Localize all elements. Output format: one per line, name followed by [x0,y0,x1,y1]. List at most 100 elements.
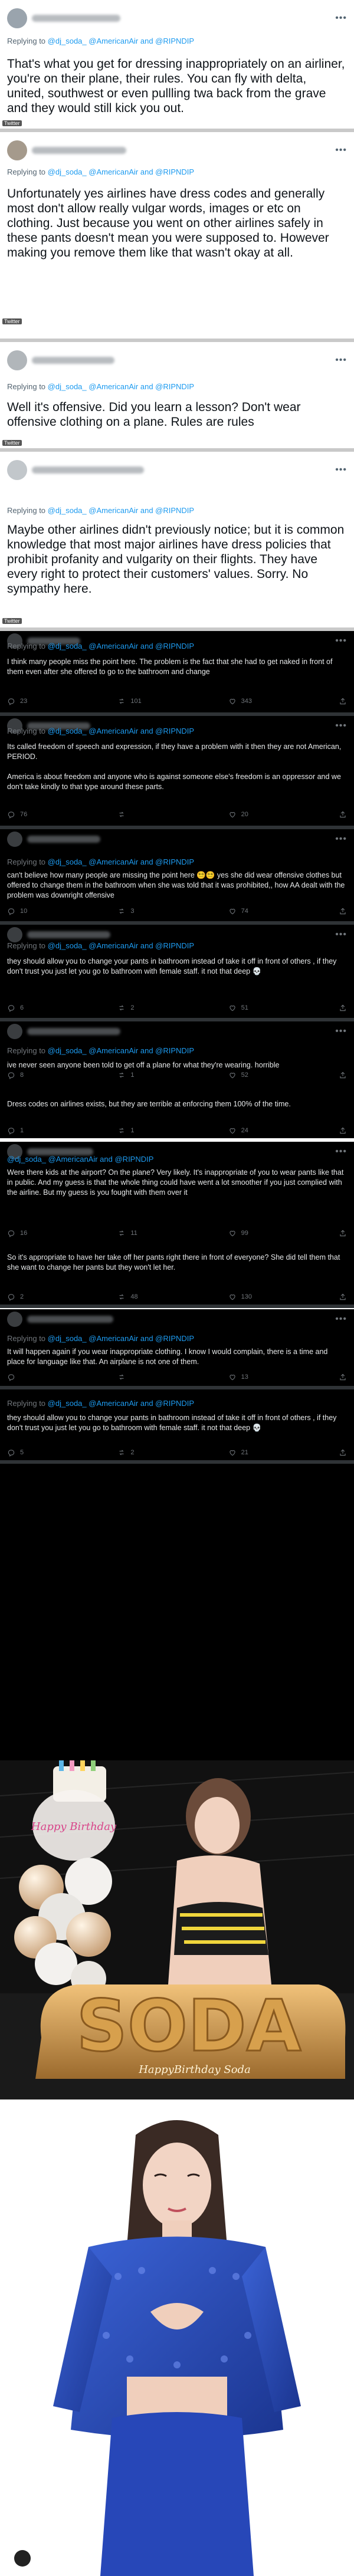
share-button[interactable] [339,810,347,819]
share-icon [340,1072,346,1079]
replying-to: Replying to @dj_soda_ @AmericanAir and @… [7,1399,194,1408]
twitter-label: Twitter [2,120,22,126]
reply-button[interactable]: 16 [7,1229,117,1237]
retweet-button[interactable]: 2 [117,1004,228,1012]
retweet-button[interactable] [117,810,228,819]
retweet-button[interactable]: 1 [117,1126,228,1135]
more-icon[interactable]: ••• [335,145,347,156]
avatar[interactable] [7,1312,22,1327]
tweet-text: ive never seen anyone been told to get o… [7,1061,280,1069]
replying-label: Replying to [7,857,46,866]
tweet-actions: 23 101 343 [7,697,347,705]
reply-button[interactable]: 10 [7,907,117,915]
mention-links[interactable]: @dj_soda_ @AmericanAir and @RIPNDIP [48,727,194,735]
watermark-icon [14,2550,31,2567]
reply-count: 23 [20,698,28,705]
retweet-button[interactable]: 2 [117,1448,228,1457]
like-button[interactable]: 74 [228,907,339,915]
reply-button[interactable]: 1 [7,1126,117,1135]
avatar[interactable] [7,350,27,370]
share-button[interactable] [339,697,347,705]
share-button[interactable] [339,1071,347,1079]
mention-links[interactable]: @dj_soda_ @AmericanAir and @RIPNDIP [48,37,194,45]
like-button[interactable]: 24 [228,1126,339,1135]
share-icon [340,1230,346,1237]
avatar[interactable] [7,460,27,480]
retweet-button[interactable]: 3 [117,907,228,915]
mention-links[interactable]: @dj_soda_ @AmericanAir and @RIPNDIP [48,382,194,391]
mention-links[interactable]: @dj_soda_ @AmericanAir and @RIPNDIP [7,1155,153,1164]
avatar[interactable] [7,927,22,942]
like-button[interactable]: 13 [228,1373,339,1381]
reply-button[interactable]: 6 [7,1004,117,1012]
more-icon[interactable]: ••• [335,1146,347,1157]
like-button[interactable]: 130 [228,1293,339,1301]
like-icon [230,1128,235,1134]
more-icon[interactable]: ••• [335,465,347,475]
reply-button[interactable] [7,1373,117,1381]
reply-button[interactable]: 23 [7,697,117,705]
retweet-button[interactable]: 101 [117,697,228,705]
like-button[interactable]: 21 [228,1448,339,1457]
more-icon[interactable]: ••• [335,1314,347,1325]
share-button[interactable] [339,1004,347,1012]
like-button[interactable]: 51 [228,1004,339,1012]
reply-button[interactable]: 5 [7,1448,117,1457]
mention-links[interactable]: @dj_soda_ @AmericanAir and @RIPNDIP [48,1399,194,1408]
share-button[interactable] [339,1373,347,1381]
like-button[interactable]: 343 [228,697,339,705]
share-button[interactable] [339,1293,347,1301]
avatar[interactable] [7,832,22,847]
mention-links[interactable]: @dj_soda_ @AmericanAir and @RIPNDIP [48,941,194,950]
share-button[interactable] [339,907,347,915]
reply-button[interactable]: 8 [7,1071,117,1079]
avatar[interactable] [7,140,27,160]
retweet-icon [119,811,124,817]
blurred-username [32,147,126,154]
more-icon[interactable]: ••• [335,1026,347,1037]
share-button[interactable] [339,1126,347,1135]
replying-to: Replying to @dj_soda_ @AmericanAir and @… [7,857,194,866]
replying-to: Replying to @dj_soda_ @AmericanAir and @… [7,1046,194,1055]
more-icon[interactable]: ••• [335,13,347,24]
mention-links[interactable]: @dj_soda_ @AmericanAir and @RIPNDIP [48,1046,194,1055]
more-icon[interactable]: ••• [335,721,347,731]
more-icon[interactable]: ••• [335,834,347,845]
mention-links[interactable]: @dj_soda_ @AmericanAir and @RIPNDIP [48,506,194,515]
more-icon[interactable]: ••• [335,929,347,940]
tweet-text: they should allow you to change your pan… [7,957,339,975]
retweet-button[interactable]: 48 [117,1293,228,1301]
share-button[interactable] [339,1229,347,1237]
replying-label: Replying to [7,642,46,650]
birthday-photo-image: Happy Birthday SODA HappyBirthday Soda [0,1760,354,2099]
like-count: 99 [241,1230,248,1237]
like-count: 21 [241,1449,248,1456]
more-icon[interactable]: ••• [335,355,347,366]
reply-button[interactable]: 76 [7,810,117,819]
mention-links[interactable]: @dj_soda_ @AmericanAir and @RIPNDIP [48,642,194,650]
twitter-label: Twitter [2,440,22,446]
more-icon[interactable]: ••• [335,636,347,646]
balloon-script: Happy Birthday [31,1821,117,1833]
tweet-header: ••• [7,350,347,370]
reply-icon [8,1230,15,1237]
retweet-icon [119,1230,124,1236]
mention-links[interactable]: @dj_soda_ @AmericanAir and @RIPNDIP [48,857,194,866]
mention-links[interactable]: @dj_soda_ @AmericanAir and @RIPNDIP [48,1334,194,1343]
reply-button[interactable]: 2 [7,1293,117,1301]
avatar[interactable] [7,1024,22,1039]
retweet-button[interactable]: 1 [117,1071,228,1079]
like-button[interactable]: 52 [228,1071,339,1079]
share-button[interactable] [339,1448,347,1457]
like-button[interactable]: 99 [228,1229,339,1237]
like-button[interactable]: 20 [228,810,339,819]
retweet-button[interactable] [117,1373,228,1381]
avatar[interactable] [7,8,27,28]
tweet-actions: 6 2 51 [7,1004,347,1012]
divider [0,826,354,829]
mention-links[interactable]: @dj_soda_ @AmericanAir and @RIPNDIP [48,167,194,176]
like-icon [230,1006,235,1011]
divider [0,1305,354,1308]
retweet-button[interactable]: 11 [117,1229,228,1237]
tweet-actions: 10 3 74 [7,907,347,915]
